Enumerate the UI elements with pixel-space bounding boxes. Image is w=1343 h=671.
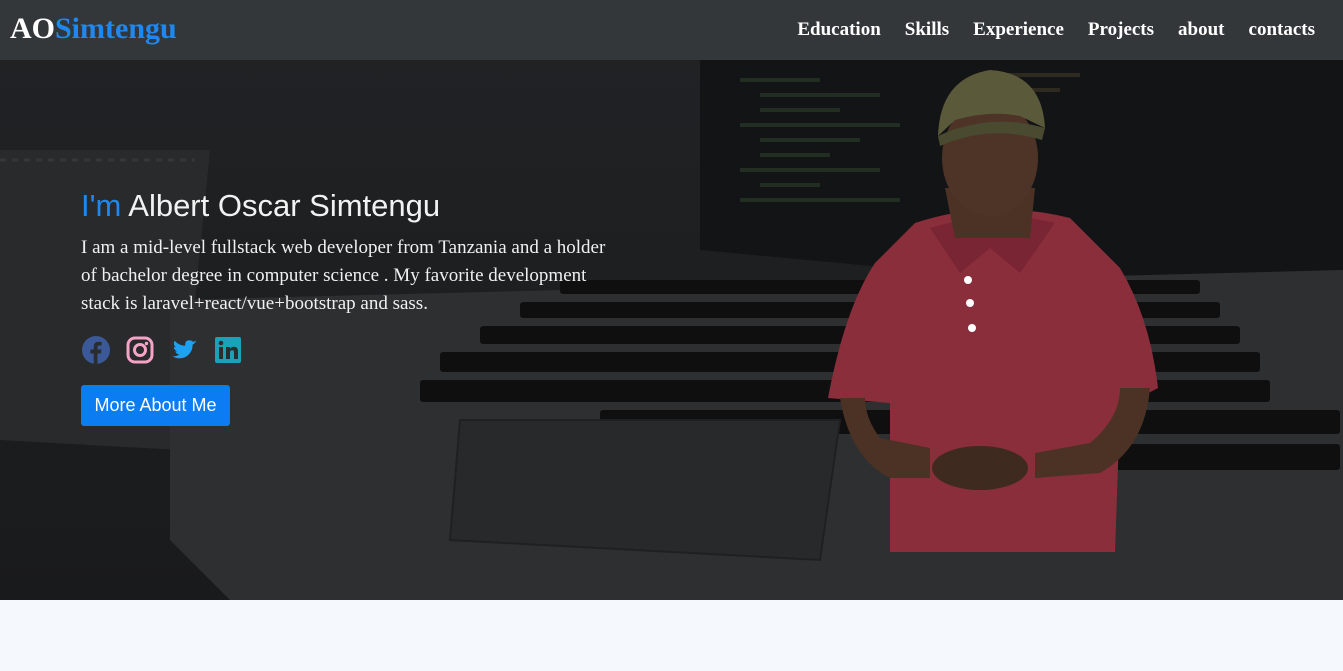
next-section bbox=[0, 600, 1343, 671]
nav-link-skills[interactable]: Skills bbox=[905, 18, 949, 42]
hero-prefix: I'm bbox=[81, 188, 122, 223]
hero-bio: I am a mid-level fullstack web developer… bbox=[81, 237, 606, 314]
instagram-icon bbox=[126, 336, 154, 364]
brand-surname: Simtengu bbox=[55, 12, 177, 45]
twitter-link[interactable] bbox=[169, 335, 199, 365]
instagram-link[interactable] bbox=[125, 335, 155, 365]
nav-link-about[interactable]: about bbox=[1178, 18, 1224, 42]
brand-initials: AO bbox=[10, 12, 55, 45]
top-navbar: AOSimtengu Education Skills Experience P… bbox=[0, 0, 1343, 60]
nav-link-projects[interactable]: Projects bbox=[1088, 18, 1154, 42]
nav-link-experience[interactable]: Experience bbox=[973, 18, 1064, 42]
profile-photo bbox=[828, 70, 1158, 552]
facebook-icon bbox=[82, 336, 110, 365]
nav-link-contacts[interactable]: contacts bbox=[1249, 18, 1315, 42]
more-about-me-button[interactable]: More About Me bbox=[81, 385, 230, 426]
twitter-icon bbox=[172, 340, 197, 359]
brand-logo[interactable]: AOSimtengu bbox=[10, 12, 177, 46]
nav-link-education[interactable]: Education bbox=[797, 18, 880, 42]
linkedin-link[interactable] bbox=[213, 335, 243, 365]
hero-name: Albert Oscar Simtengu bbox=[128, 188, 441, 223]
facebook-link[interactable] bbox=[81, 335, 111, 365]
social-links bbox=[81, 335, 243, 365]
hero-heading: I'm Albert Oscar Simtengu bbox=[81, 186, 611, 226]
nav-links: Education Skills Experience Projects abo… bbox=[797, 18, 1315, 42]
intro-block: I'm Albert Oscar Simtengu I am a mid-lev… bbox=[81, 186, 611, 318]
linkedin-icon bbox=[215, 337, 241, 363]
